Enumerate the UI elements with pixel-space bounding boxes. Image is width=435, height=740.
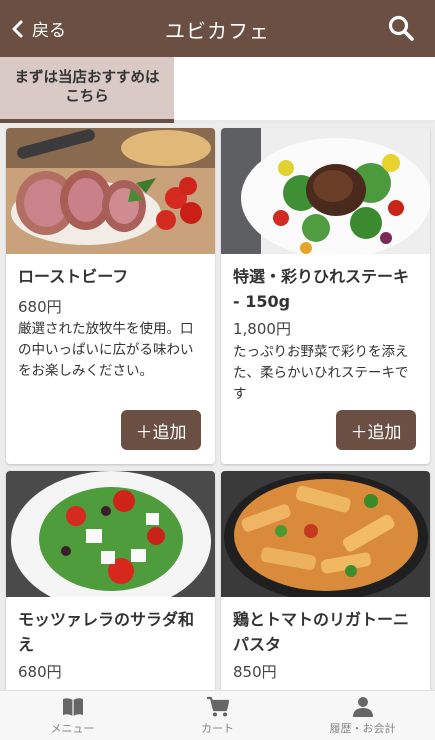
book-icon: [62, 697, 83, 716]
tab-recommended[interactable]: まずは当店おすすめはこちら: [0, 57, 174, 123]
nav-cart-label: カート: [201, 721, 234, 735]
nav-history-label: 履歴・お会計: [329, 721, 396, 735]
menu-item-price: 850円: [233, 663, 277, 681]
menu-item-name: モッツァレラのサラダ和え: [18, 610, 195, 654]
menu-item-name: 特選・彩りひれステーキ - 150g: [233, 267, 410, 311]
nav-cart[interactable]: カート: [145, 691, 290, 740]
mozzarella-salad-image: [6, 471, 215, 597]
menu-item-description: 厳選された放牧牛を使用。口の中いっぱいに広がる味わいをお楽しみください。: [18, 321, 194, 379]
menu-card-rigatoni-pasta[interactable]: 鶏とトマトのリガトーニパスタ 850円: [221, 471, 430, 701]
nav-menu[interactable]: メニュー: [0, 691, 145, 740]
cart-icon: [206, 696, 229, 716]
nav-menu-label: メニュー: [50, 721, 95, 735]
add-to-cart-button[interactable]: ＋追加: [336, 410, 416, 450]
menu-item-price: 1,800円: [233, 320, 291, 338]
nav-history-checkout[interactable]: 履歴・お会計: [290, 691, 435, 740]
bottom-nav: メニュー カート 履歴・お会計: [0, 690, 435, 740]
menu-item-price: 680円: [18, 663, 62, 681]
search-icon[interactable]: [387, 14, 415, 42]
back-label: 戻る: [32, 21, 66, 41]
category-tabs: まずは当店おすすめはこちら: [0, 57, 435, 123]
menu-item-description: たっぷりお野菜で彩りを添えた、柔らかいひれステーキです: [233, 344, 409, 402]
app-header: 戻る ユビカフェ: [0, 0, 435, 57]
chevron-left-icon: [12, 20, 23, 37]
person-icon: [352, 696, 373, 717]
add-to-cart-button[interactable]: ＋追加: [121, 410, 201, 450]
menu-item-name: ローストビーフ: [18, 267, 129, 286]
menu-card-mozzarella-salad[interactable]: モッツァレラのサラダ和え 680円: [6, 471, 215, 701]
fillet-steak-image: [221, 128, 430, 254]
back-button[interactable]: 戻る: [10, 0, 66, 57]
rigatoni-pasta-image: [221, 471, 430, 597]
menu-item-name: 鶏とトマトのリガトーニパスタ: [233, 610, 410, 654]
menu-item-price: 680円: [18, 298, 62, 316]
menu-card-roast-beef[interactable]: ローストビーフ 680円 厳選された放牧牛を使用。口の中いっぱいに広がる味わいを…: [6, 128, 215, 464]
roast-beef-image: [6, 128, 215, 254]
menu-card-fillet-steak[interactable]: 特選・彩りひれステーキ - 150g 1,800円 たっぷりお野菜で彩りを添えた…: [221, 128, 430, 464]
